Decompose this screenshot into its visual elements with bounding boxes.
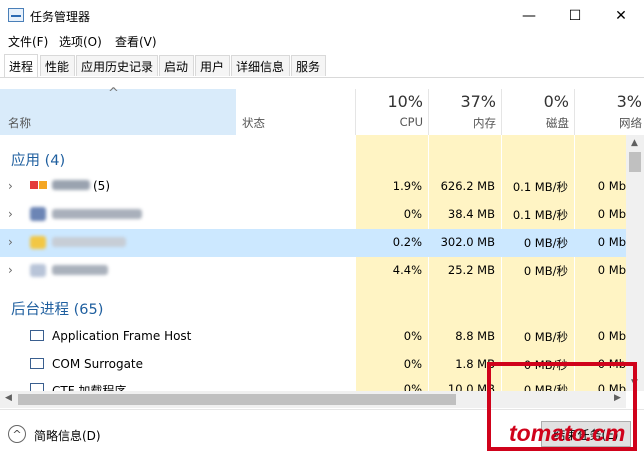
tab-app-history[interactable]: 应用历史记录 [76, 55, 158, 76]
header-memory[interactable]: 内存 [429, 115, 496, 131]
expand-chevron-icon[interactable]: › [8, 179, 13, 193]
network-value: 0 Mb [597, 235, 626, 249]
cpu-value: 0% [403, 207, 422, 221]
tab-processes[interactable]: 进程 [4, 54, 38, 77]
disk-value: 0.1 MB/秒 [512, 208, 568, 222]
watermark: tomato.cm [509, 420, 626, 446]
menu-file[interactable]: 文件(F) [8, 33, 48, 50]
blurred-app-name [52, 237, 126, 247]
header-network[interactable]: 网络 [575, 115, 642, 131]
app-icon [30, 181, 38, 189]
apps-group-title: 应用 (4) [11, 153, 66, 169]
memory-value: 10.0 MB [447, 382, 495, 391]
cpu-value: 0.2% [392, 235, 422, 249]
header-name: 名称 [8, 116, 31, 130]
app-icon [30, 264, 46, 277]
app-name-suffix: (5) [93, 179, 110, 193]
process-name: CTF 加载程序 [52, 384, 127, 391]
collapse-icon[interactable]: ^ [8, 425, 26, 443]
memory-value: 25.2 MB [447, 263, 495, 277]
maximize-button[interactable]: ☐ [552, 0, 598, 31]
app-icon [30, 236, 46, 249]
network-value: 0 Mb [597, 207, 626, 221]
brief-details-link[interactable]: 简略信息(D) [34, 427, 101, 444]
tab-services[interactable]: 服务 [291, 55, 326, 76]
window-title: 任务管理器 [30, 10, 91, 24]
disk-value: 0.1 MB/秒 [512, 180, 568, 194]
vertical-scrollbar[interactable]: ▲ ▼ [626, 135, 644, 391]
tab-users[interactable]: 用户 [195, 55, 230, 76]
minimize-button[interactable]: — [506, 0, 552, 31]
horizontal-scroll-thumb[interactable] [18, 394, 456, 405]
network-value: 0 Mb [597, 179, 626, 193]
tab-details[interactable]: 详细信息 [231, 55, 290, 76]
memory-value: 302.0 MB [440, 235, 495, 249]
app-icon [30, 207, 46, 221]
sort-arrow-icon: ^ [108, 86, 119, 101]
memory-value: 626.2 MB [440, 179, 495, 193]
title-bar: 任务管理器 — ☐ ✕ [0, 0, 644, 31]
process-name: COM Surrogate [52, 357, 144, 371]
cpu-value: 1.9% [392, 179, 422, 193]
blurred-app-name [52, 209, 142, 219]
memory-value: 38.4 MB [447, 207, 495, 221]
window-app-icon [30, 358, 44, 369]
expand-chevron-icon[interactable]: › [8, 263, 13, 277]
disk-total: 0% [543, 92, 569, 111]
menu-options[interactable]: 选项(O) [59, 33, 102, 50]
disk-value: 0 MB/秒 [523, 264, 568, 278]
disk-value: 0 MB/秒 [523, 330, 568, 344]
table-row[interactable]: › (5) 1.9% 626.2 MB 0.1 MB/秒 0 Mb [0, 173, 626, 201]
header-disk[interactable]: 磁盘 [502, 115, 569, 131]
menu-view[interactable]: 查看(V) [115, 33, 157, 50]
table-row[interactable]: › 4.4% 25.2 MB 0 MB/秒 0 Mb [0, 257, 626, 285]
table-row[interactable]: Application Frame Host 0% 8.8 MB 0 MB/秒 … [0, 322, 626, 350]
app-icon [39, 181, 47, 189]
blurred-app-name [52, 265, 108, 275]
memory-value: 8.8 MB [455, 329, 495, 343]
scroll-left-icon[interactable]: ◀ [5, 393, 12, 403]
memory-value: 1.8 MB [455, 357, 495, 371]
tab-performance[interactable]: 性能 [40, 55, 75, 76]
table-row-selected[interactable]: › 0.2% 302.0 MB 0 MB/秒 0 Mb [0, 229, 626, 257]
header-cpu[interactable]: CPU [356, 115, 423, 129]
cpu-total: 10% [387, 92, 423, 111]
process-name: Application Frame Host [52, 329, 192, 343]
cpu-value: 0% [403, 382, 422, 391]
background-group-title: 后台进程 (65) [11, 302, 104, 318]
network-total: 3% [616, 92, 642, 111]
task-manager-icon [8, 8, 24, 22]
memory-total: 37% [460, 92, 496, 111]
close-button[interactable]: ✕ [598, 0, 644, 31]
table-row[interactable]: › 0% 38.4 MB 0.1 MB/秒 0 Mb [0, 201, 626, 229]
ctf-icon [30, 383, 44, 391]
tab-startup[interactable]: 启动 [159, 55, 194, 76]
cpu-value: 4.4% [392, 263, 422, 277]
window-app-icon [30, 330, 44, 341]
disk-value: 0 MB/秒 [523, 236, 568, 250]
scroll-up-icon[interactable]: ▲ [631, 138, 638, 148]
network-value: 0 Mb [597, 329, 626, 343]
cpu-value: 0% [403, 329, 422, 343]
vertical-scroll-thumb[interactable] [629, 152, 641, 172]
expand-chevron-icon[interactable]: › [8, 207, 13, 221]
network-value: 0 Mb [597, 263, 626, 277]
expand-chevron-icon[interactable]: › [8, 235, 13, 249]
blurred-app-name [52, 180, 90, 190]
header-status[interactable]: 状态 [242, 115, 265, 131]
cpu-value: 0% [403, 357, 422, 371]
